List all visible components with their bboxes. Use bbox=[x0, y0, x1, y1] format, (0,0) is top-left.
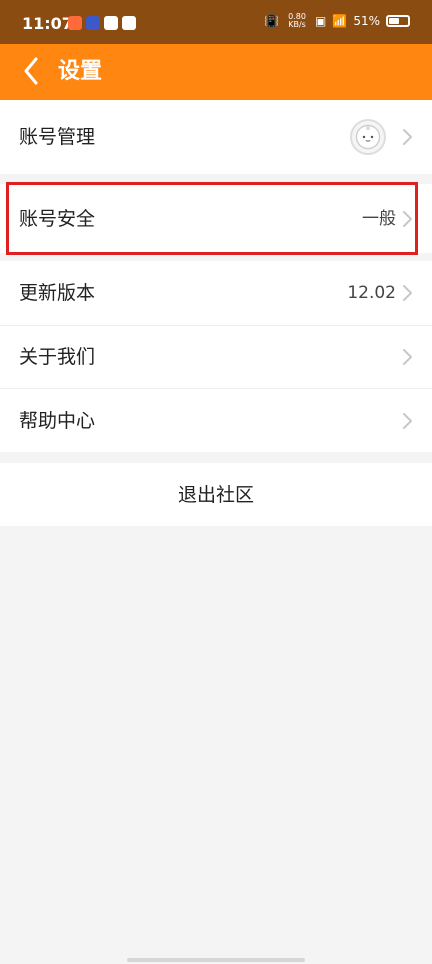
home-indicator bbox=[127, 958, 305, 962]
account-security-row[interactable]: 账号安全 一般 bbox=[0, 184, 432, 253]
page-title: 设置 bbox=[58, 59, 103, 84]
chevron-right-icon bbox=[402, 128, 414, 146]
avatar-face-icon bbox=[355, 124, 381, 150]
network-speed: 0.80 KB/s bbox=[285, 13, 309, 29]
row-value-update-version: 12.02 bbox=[347, 283, 396, 303]
chevron-right-icon bbox=[402, 412, 414, 430]
update-version-row[interactable]: 更新版本 12.02 bbox=[0, 261, 432, 325]
sim-icon: ▣ bbox=[315, 14, 327, 28]
chevron-right-icon bbox=[402, 284, 414, 302]
row-label-update-version: 更新版本 bbox=[19, 282, 96, 304]
mail-icon bbox=[104, 16, 118, 30]
chevron-left-icon bbox=[24, 57, 38, 85]
app-bar: 设置 bbox=[0, 44, 432, 100]
status-bar: 11:07 📳 0.80 KB/s ▣ 📶 51% bbox=[0, 0, 432, 44]
notification-icons bbox=[68, 16, 136, 30]
logout-button[interactable]: 退出社区 bbox=[0, 463, 432, 526]
vibrate-icon: 📳 bbox=[264, 14, 280, 28]
battery-icon bbox=[386, 15, 410, 27]
row-value-account-security: 一般 bbox=[362, 208, 396, 229]
back-button[interactable] bbox=[12, 52, 50, 90]
row-label-help-center: 帮助中心 bbox=[19, 409, 96, 432]
avatar-icon bbox=[350, 119, 386, 155]
message-icon bbox=[122, 16, 136, 30]
chevron-right-icon bbox=[402, 210, 414, 228]
row-label-about-us: 关于我们 bbox=[19, 346, 96, 368]
about-us-row[interactable]: 关于我们 bbox=[0, 326, 432, 388]
chevron-right-icon bbox=[402, 348, 414, 366]
battery-percent: 51% bbox=[353, 14, 380, 28]
row-label-account-security: 账号安全 bbox=[19, 207, 96, 230]
wifi-icon: 📶 bbox=[332, 14, 348, 28]
help-center-row[interactable]: 帮助中心 bbox=[0, 389, 432, 452]
app-notification-icon bbox=[68, 16, 82, 30]
app-notification-icon bbox=[86, 16, 100, 30]
network-speed-unit: KB/s bbox=[288, 20, 306, 29]
battery-fill bbox=[389, 18, 399, 24]
logout-label: 退出社区 bbox=[177, 483, 254, 506]
status-time: 11:07 bbox=[22, 14, 73, 33]
status-right: 📳 0.80 KB/s ▣ 📶 51% bbox=[264, 12, 410, 30]
row-label-account-management: 账号管理 bbox=[19, 126, 96, 148]
account-management-row[interactable]: 账号管理 bbox=[0, 100, 432, 174]
